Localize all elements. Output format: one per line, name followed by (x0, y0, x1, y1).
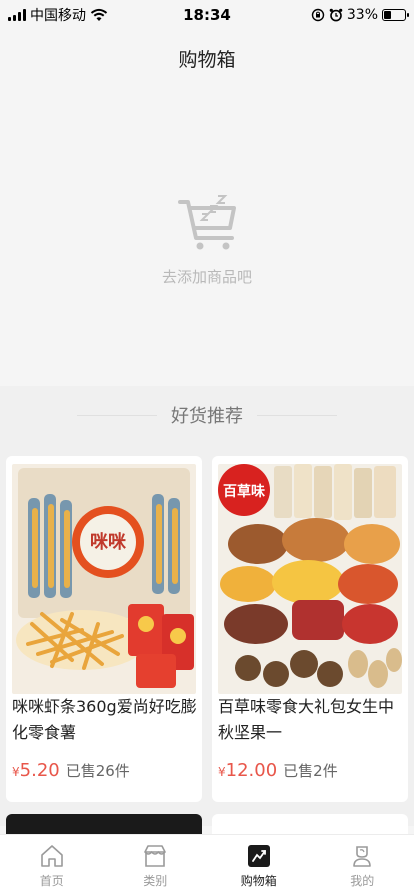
product-card[interactable]: 咪咪 咪咪虾条360g爱尚好吃膨化零食薯 ¥ 5.20 已售26件 (6, 456, 202, 802)
price-row: ¥ 12.00 已售2件 (218, 760, 338, 781)
currency-symbol: ¥ (12, 765, 20, 779)
carrier-label: 中国移动 (30, 8, 86, 24)
tab-cart[interactable]: 购物箱 (207, 835, 311, 896)
orientation-lock-icon (311, 8, 325, 22)
product-image-snack-gift-box[interactable]: 百草味 (218, 464, 402, 694)
divider-line-right (257, 414, 337, 416)
page-title: 购物箱 (178, 48, 236, 71)
product-name[interactable]: 咪咪虾条360g爱尚好吃膨化零食薯 (12, 694, 198, 746)
divider-line-left (77, 414, 157, 416)
tab-home[interactable]: 首页 (0, 835, 104, 896)
status-left: 中国移动 (8, 5, 108, 25)
category-icon (144, 844, 167, 867)
product-price: 5.20 (19, 760, 60, 781)
recommend-title-row: 好货推荐 (0, 400, 414, 430)
product-name[interactable]: 百草味零食大礼包女生中秋坚果一 (218, 694, 404, 746)
product-image-shrimp-chips[interactable]: 咪咪 (12, 464, 196, 694)
home-icon (40, 844, 63, 867)
empty-cart-state: 去添加商品吧 (0, 86, 414, 386)
battery-icon (382, 9, 409, 21)
recommend-title: 好货推荐 (171, 406, 243, 427)
status-right: 33% (311, 7, 409, 23)
wifi-icon (90, 8, 108, 21)
empty-cart-icon (178, 195, 236, 250)
product-card-peek[interactable] (6, 814, 202, 834)
cart-icon (247, 844, 270, 867)
alarm-icon (329, 8, 343, 22)
signal-icon (8, 9, 26, 21)
battery-percent: 33% (346, 7, 378, 23)
price-row: ¥ 5.20 已售26件 (12, 760, 130, 781)
sold-count: 已售26件 (65, 762, 130, 780)
currency-symbol: ¥ (218, 765, 226, 779)
profile-icon (353, 845, 372, 867)
sold-count: 已售2件 (283, 762, 338, 780)
product-price: 12.00 (225, 760, 278, 781)
product-card-peek[interactable] (212, 814, 408, 834)
tab-label: 我的 (350, 873, 375, 888)
product-card[interactable]: 百草味 百草味零食大礼包女生中秋坚果一 ¥ 12.00 已售2件 (212, 456, 408, 802)
tab-category[interactable]: 类别 (104, 835, 208, 896)
tab-bar: 首页 类别 购物箱 我的 (0, 834, 414, 896)
svg-text:咪咪: 咪咪 (90, 531, 127, 553)
tab-profile[interactable]: 我的 (311, 835, 414, 896)
page-header: 购物箱 (0, 30, 414, 86)
tab-label: 购物箱 (240, 873, 277, 888)
tab-label: 首页 (39, 873, 64, 888)
empty-cart-hint: 去添加商品吧 (161, 268, 252, 286)
tab-label: 类别 (143, 873, 168, 888)
brand-badge-text: 百草味 (223, 483, 265, 500)
status-bar: 中国移动 18:34 33% (0, 0, 414, 30)
